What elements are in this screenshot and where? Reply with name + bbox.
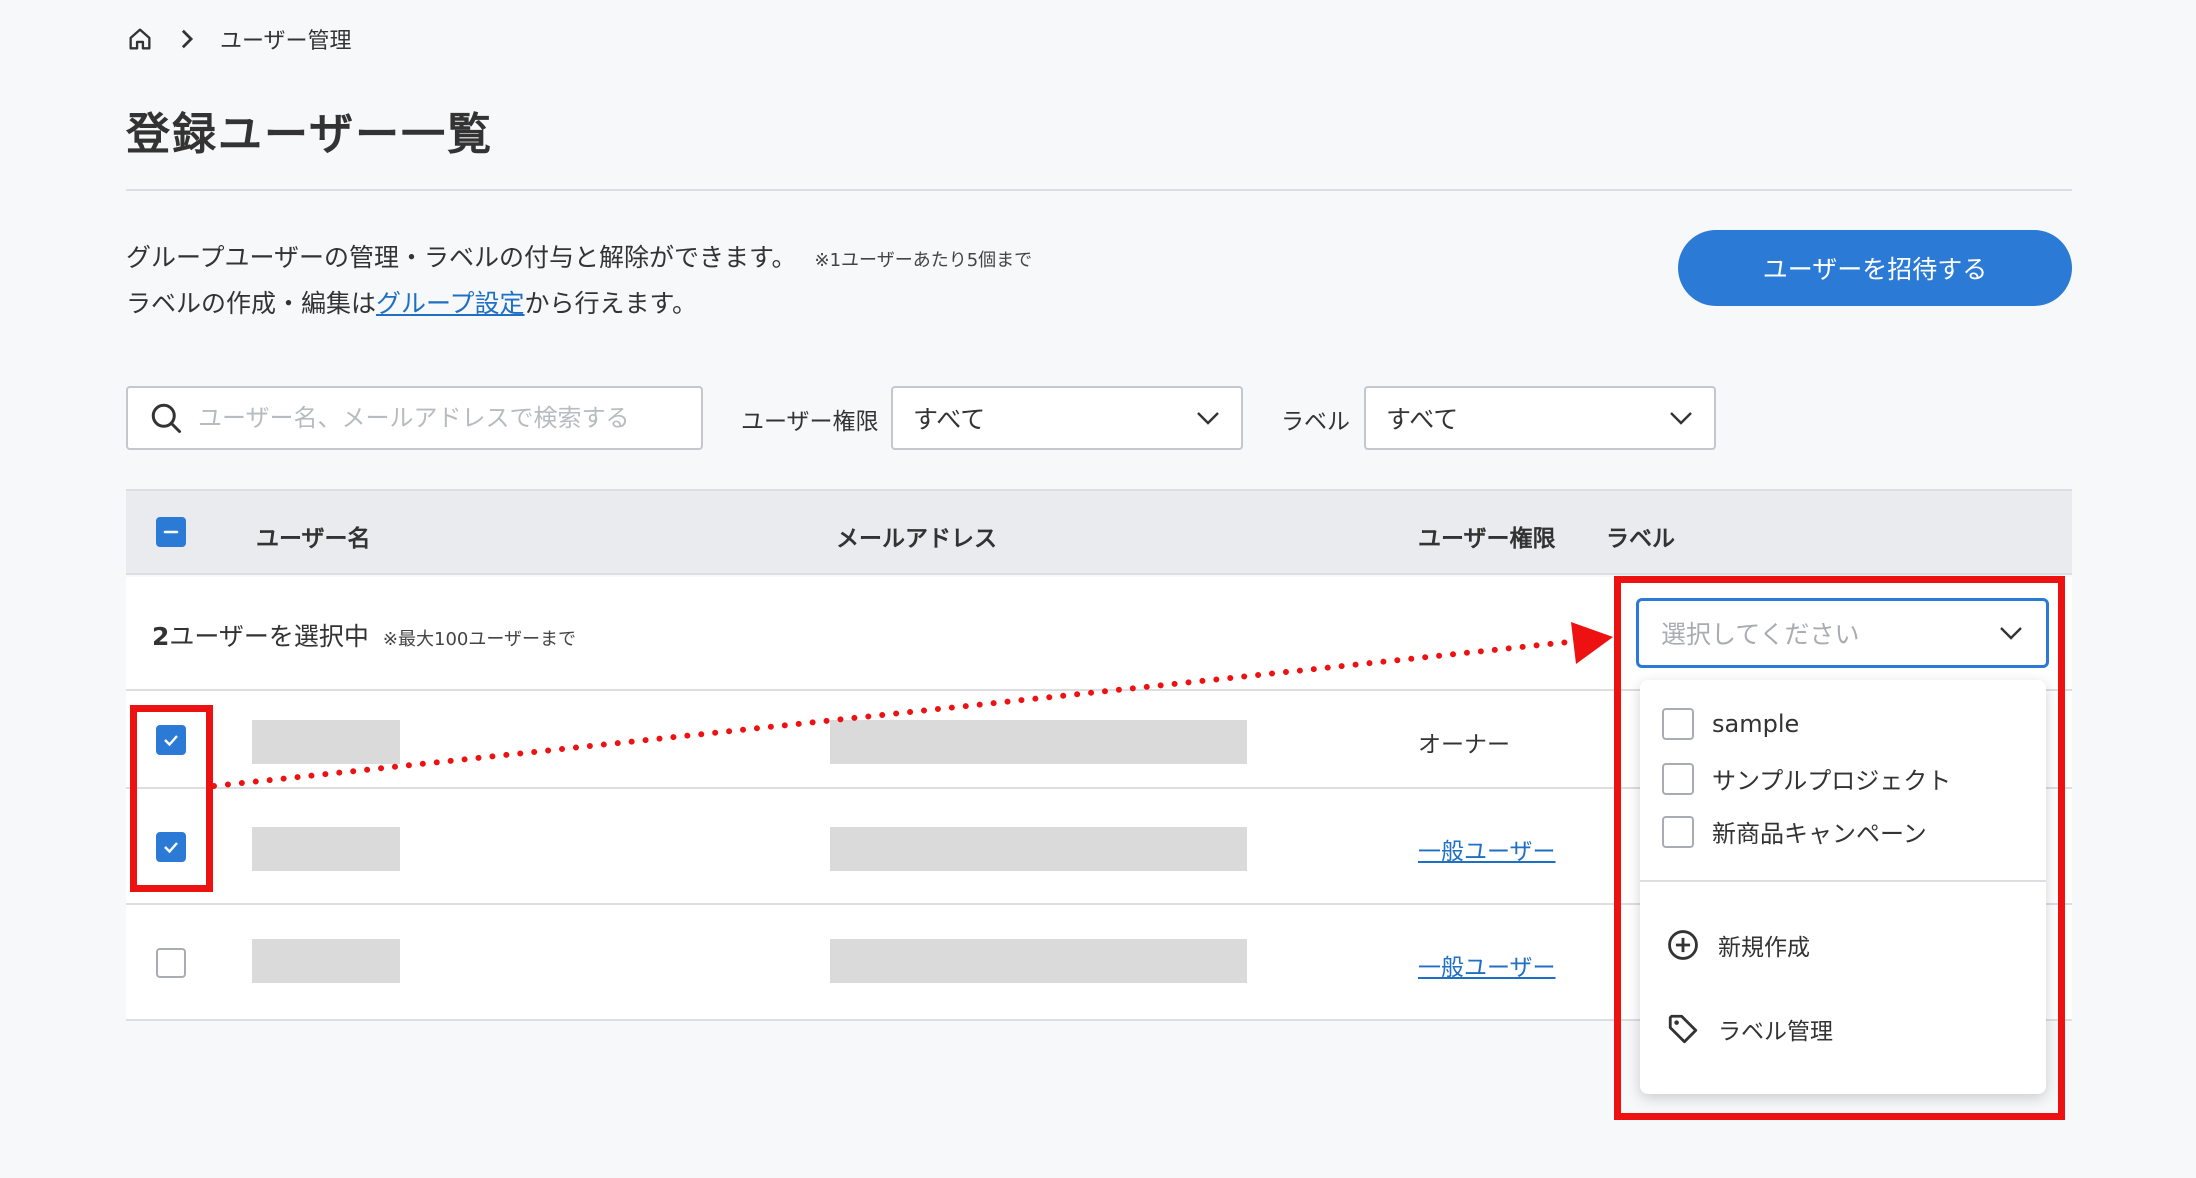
chevron-down-icon xyxy=(1197,412,1219,425)
select-all-checkbox[interactable] xyxy=(156,517,186,547)
title-divider xyxy=(126,189,2072,191)
label-option-checkbox[interactable] xyxy=(1662,815,1694,848)
row-checkbox[interactable] xyxy=(156,948,186,978)
user-role-link[interactable]: 一般ユーザー xyxy=(1418,948,1556,982)
breadcrumb: ユーザー管理 xyxy=(126,22,352,56)
invite-user-button[interactable]: ユーザーを招待する xyxy=(1678,230,2072,306)
search-box[interactable] xyxy=(126,386,703,450)
label-option-sample-project[interactable]: サンプルプロジェクト xyxy=(1662,761,1951,796)
label-dropdown-menu: sample サンプルプロジェクト 新商品キャンペーン 新規作成 ラベル管理 xyxy=(1640,680,2046,1094)
user-name-redacted xyxy=(252,939,400,983)
plus-circle-icon xyxy=(1668,930,1698,960)
label-option-text: 新商品キャンペーン xyxy=(1712,820,1927,848)
search-icon xyxy=(151,403,181,433)
email-redacted xyxy=(830,939,1247,983)
label-option-new-product-campaign[interactable]: 新商品キャンペーン xyxy=(1662,814,1927,849)
manage-labels-action[interactable]: ラベル管理 xyxy=(1666,1012,1833,1046)
description-line-1: グループユーザーの管理・ラベルの付与と解除ができます。 ※1ユーザーあたり5個まで xyxy=(126,238,1032,274)
email-redacted xyxy=(830,827,1247,871)
column-header-role[interactable]: ユーザー権限 xyxy=(1418,519,1556,553)
chevron-down-icon xyxy=(1670,412,1692,425)
user-name-redacted xyxy=(252,720,400,764)
label-option-checkbox[interactable] xyxy=(1662,762,1694,795)
role-filter-label: ユーザー権限 xyxy=(741,409,879,435)
page-title: 登録ユーザー一覧 xyxy=(126,109,494,160)
chevron-right-icon xyxy=(178,28,196,50)
description-text-3: から行えます。 xyxy=(524,289,698,318)
label-filter-value: すべて xyxy=(1386,405,1459,434)
highlight-box-checkboxes xyxy=(130,705,213,892)
selected-count: 2 xyxy=(152,622,170,651)
label-assign-placeholder: 選択してください xyxy=(1661,620,1860,649)
label-option-text: sample xyxy=(1712,710,1800,738)
minus-icon xyxy=(163,530,179,534)
tag-icon xyxy=(1668,1014,1698,1044)
label-option-text: サンプルプロジェクト xyxy=(1712,767,1952,795)
column-header-name[interactable]: ユーザー名 xyxy=(256,519,371,553)
label-filter-select[interactable]: すべて xyxy=(1364,386,1716,450)
create-label-action[interactable]: 新規作成 xyxy=(1666,928,1810,962)
column-header-email[interactable]: メールアドレス xyxy=(836,519,997,553)
user-role: オーナー xyxy=(1418,732,1510,758)
label-option-checkbox[interactable] xyxy=(1662,708,1694,740)
chevron-down-icon xyxy=(2000,627,2022,640)
user-role-link[interactable]: 一般ユーザー xyxy=(1418,832,1556,866)
breadcrumb-current: ユーザー管理 xyxy=(220,29,352,54)
menu-divider xyxy=(1640,880,2046,882)
manage-labels-text: ラベル管理 xyxy=(1718,1019,1833,1045)
create-label-text: 新規作成 xyxy=(1718,935,1810,961)
label-option-sample[interactable]: sample xyxy=(1662,708,1799,740)
email-redacted xyxy=(830,720,1247,764)
selected-text: ユーザーを選択中 xyxy=(169,622,369,651)
label-assign-select[interactable]: 選択してください xyxy=(1636,598,2049,668)
description-line-2: ラベルの作成・編集はグループ設定から行えます。 xyxy=(126,284,697,320)
home-icon[interactable] xyxy=(126,25,154,53)
description-text-2: ラベルの作成・編集は xyxy=(126,289,377,318)
search-input[interactable] xyxy=(198,404,678,432)
selection-note: ※最大100ユーザーまで xyxy=(382,629,576,650)
table-header: ユーザー名 メールアドレス ユーザー権限 ラベル xyxy=(126,489,2072,575)
user-name-redacted xyxy=(252,827,400,871)
description-note: ※1ユーザーあたり5個まで xyxy=(814,250,1033,271)
column-header-label[interactable]: ラベル xyxy=(1606,519,1675,553)
group-settings-link[interactable]: グループ設定 xyxy=(376,289,525,318)
description-text: グループユーザーの管理・ラベルの付与と解除ができます。 xyxy=(126,243,797,272)
role-filter-value: すべて xyxy=(913,405,986,434)
label-filter-label: ラベル xyxy=(1281,409,1350,435)
selection-summary: 2ユーザーを選択中 ※最大100ユーザーまで xyxy=(152,617,576,653)
role-filter-select[interactable]: すべて xyxy=(891,386,1243,450)
